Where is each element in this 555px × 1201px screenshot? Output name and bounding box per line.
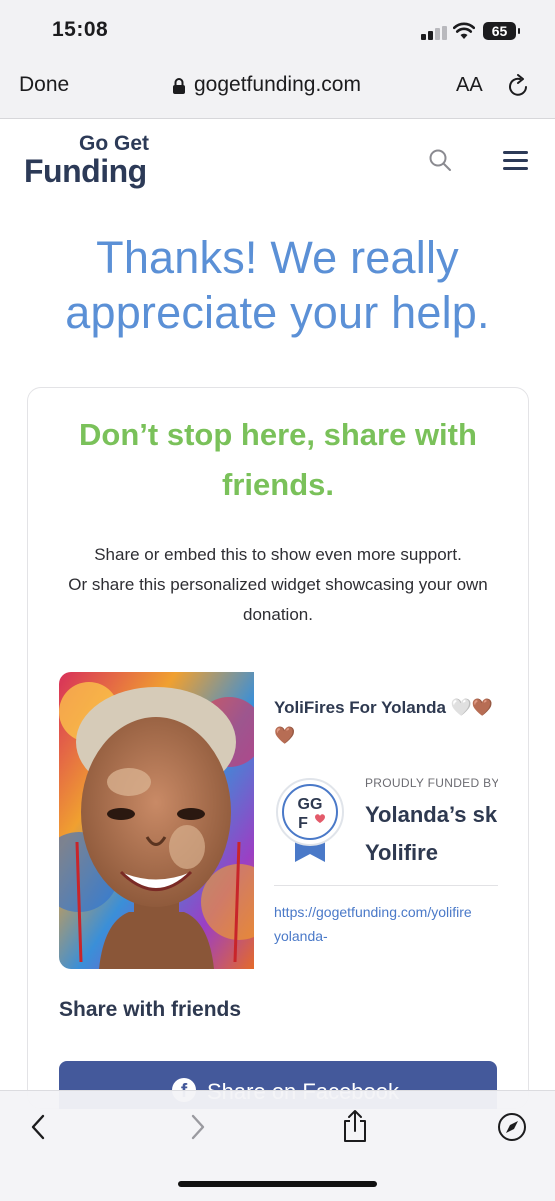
url-line2: yolanda- bbox=[274, 928, 328, 944]
url-line1: https://gogetfunding.com/yolifire bbox=[274, 904, 472, 920]
ggf-badge-icon: GG F bbox=[276, 778, 344, 862]
logo-line1: Go Get bbox=[78, 132, 149, 155]
title-line2: appreciate your help. bbox=[65, 287, 490, 338]
home-indicator bbox=[178, 1181, 377, 1187]
share-heading-line2: friends. bbox=[222, 467, 334, 502]
desc-line2: Or share this personalized widget showca… bbox=[68, 575, 488, 594]
page-title: Thanks! We really appreciate your help. bbox=[0, 230, 555, 340]
badge-bottom-text: F bbox=[298, 815, 308, 832]
campaign-photo[interactable] bbox=[59, 672, 254, 969]
desc-line3: donation. bbox=[243, 605, 313, 624]
proudly-funded-label: PROUDLY FUNDED BY bbox=[365, 776, 498, 790]
site-logo[interactable]: Go Get Funding bbox=[24, 132, 159, 189]
status-time: 15:08 bbox=[52, 18, 109, 41]
desc-line1: Share or embed this to show even more su… bbox=[94, 545, 462, 564]
back-icon[interactable] bbox=[28, 1113, 48, 1141]
status-bar: 15:08 65 bbox=[0, 0, 555, 58]
domain-text: gogetfunding.com bbox=[194, 73, 361, 96]
search-icon[interactable] bbox=[428, 148, 452, 172]
title-line1: Thanks! We really bbox=[96, 232, 459, 283]
fund-name-line2: Yolifire bbox=[365, 840, 438, 865]
logo-line2: Funding bbox=[24, 153, 147, 189]
share-card: Don’t stop here, share with friends. Sha… bbox=[27, 387, 529, 1109]
share-description: Share or embed this to show even more su… bbox=[46, 540, 510, 630]
signal-icon bbox=[421, 26, 447, 40]
battery-icon: 65 bbox=[483, 22, 520, 40]
menu-icon[interactable] bbox=[503, 151, 528, 175]
text-size-label: AA bbox=[456, 74, 483, 96]
share-heading: Don’t stop here, share with friends. bbox=[28, 410, 528, 510]
compass-icon[interactable] bbox=[497, 1112, 527, 1142]
share-icon[interactable] bbox=[341, 1109, 369, 1143]
address-bar[interactable]: gogetfunding.com bbox=[172, 73, 361, 97]
share-heading-line1: Don’t stop here, share with bbox=[79, 417, 477, 452]
campaign-title[interactable]: YoliFires For Yolanda 🤍🤎🤎 bbox=[274, 694, 504, 750]
browser-toolbar: Done gogetfunding.com AA bbox=[0, 58, 555, 119]
text-size-button[interactable]: AA bbox=[456, 74, 483, 97]
done-button[interactable]: Done bbox=[19, 73, 69, 97]
wifi-icon bbox=[453, 22, 475, 39]
fund-name-line1: Yolanda’s ski bbox=[365, 802, 498, 827]
forward-icon[interactable] bbox=[188, 1113, 208, 1141]
fund-name[interactable]: Yolanda’s ski Yolifire bbox=[365, 796, 498, 872]
reload-icon[interactable] bbox=[508, 74, 530, 98]
widget-divider bbox=[274, 885, 498, 886]
share-friends-heading: Share with friends bbox=[59, 998, 242, 1021]
badge-top-text: GG bbox=[298, 796, 323, 813]
campaign-link[interactable]: https://gogetfunding.com/yolifire yoland… bbox=[274, 900, 498, 948]
